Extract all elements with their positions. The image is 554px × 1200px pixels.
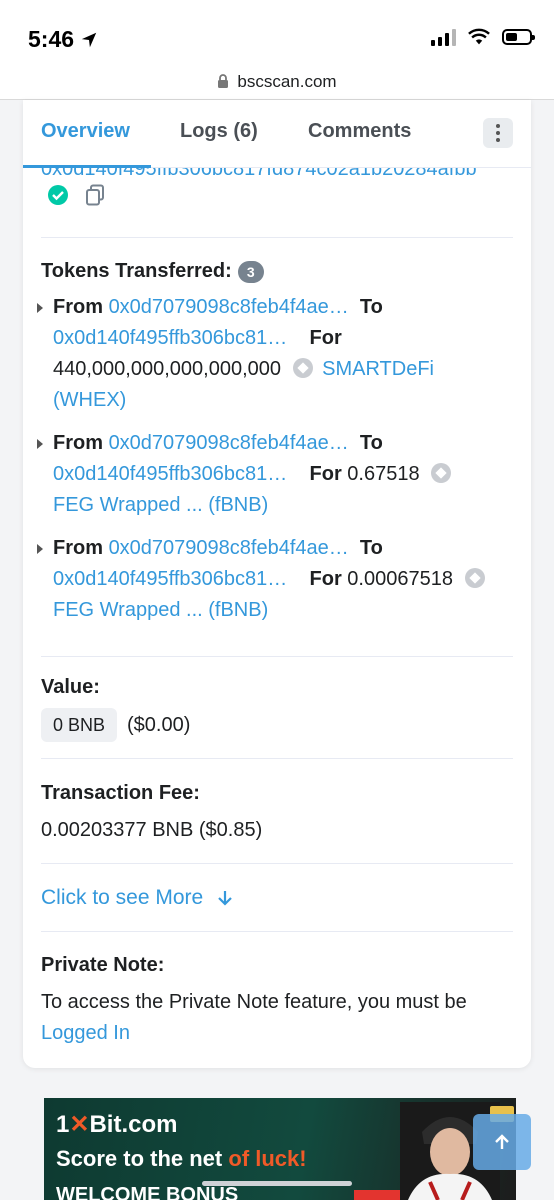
token-link[interactable]: FEG Wrapped ... (fBNB) <box>53 599 268 621</box>
to-address-link[interactable]: 0x0d140f495ffb306bc81… <box>53 568 287 590</box>
token-transfer-row: From 0x0d7079098c8feb4f4ae… To 0x0d140f4… <box>37 533 517 621</box>
token-icon <box>431 463 452 483</box>
cellular-signal-icon <box>431 28 456 46</box>
tab-logs[interactable]: Logs (6) <box>180 120 258 143</box>
arrow-down-icon <box>218 891 232 906</box>
token-link[interactable]: FEG Wrapped ... (fBNB) <box>53 494 268 516</box>
token-symbol-link[interactable]: (WHEX) <box>53 389 126 411</box>
transfer-amount: 0.00067518 <box>347 568 453 590</box>
url-bar[interactable]: bscscan.com <box>0 64 554 100</box>
token-link[interactable]: SMARTDeFi <box>322 358 434 380</box>
token-transfer-row: From 0x0d7079098c8feb4f4ae… To 0x0d140f4… <box>37 292 517 416</box>
clock: 5:46 <box>28 26 75 52</box>
lock-icon <box>218 74 229 88</box>
to-address-link[interactable]: 0x0d140f495ffb306bc81… <box>53 327 287 349</box>
from-address-link[interactable]: 0x0d7079098c8feb4f4ae… <box>109 296 349 318</box>
transaction-card: 0x0d140f495ffb306bc817fd874c02a1b20284af… <box>23 100 531 1068</box>
caret-right-icon[interactable] <box>37 303 43 313</box>
see-more-link[interactable]: Click to see More <box>41 886 233 910</box>
transaction-fee-value: 0.00203377 BNB ($0.85) <box>41 819 263 841</box>
status-bar: 5:46 <box>0 0 554 64</box>
ad-welcome-text: WELCOME BONUS <box>56 1184 239 1200</box>
copy-icon[interactable] <box>85 184 105 206</box>
wifi-icon <box>468 28 490 45</box>
token-icon <box>464 568 485 588</box>
value-amount-badge: 0 BNB <box>41 708 118 742</box>
ad-logo: 1✕Bit.com <box>56 1111 178 1138</box>
token-icon <box>292 358 313 378</box>
transfer-count-badge: 3 <box>237 260 264 283</box>
tokens-transferred-label: Tokens Transferred: 3 <box>41 260 264 283</box>
transfer-amount: 440,000,000,000,000,000 <box>53 358 281 380</box>
from-address-link[interactable]: 0x0d7079098c8feb4f4ae… <box>109 432 349 454</box>
status-time: 5:46 <box>28 26 98 53</box>
url-text: bscscan.com <box>237 71 337 91</box>
caret-right-icon[interactable] <box>37 439 43 449</box>
tab-bar: Overview Logs (6) Comments <box>23 100 531 168</box>
divider <box>41 656 513 657</box>
battery-icon <box>502 29 535 45</box>
divider <box>41 931 513 932</box>
success-check-icon <box>48 185 68 205</box>
tab-overview[interactable]: Overview <box>41 120 130 143</box>
more-options-button[interactable] <box>483 118 513 148</box>
caret-right-icon[interactable] <box>37 544 43 554</box>
transfer-amount: 0.67518 <box>347 463 420 485</box>
to-address-link[interactable]: 0x0d140f495ffb306bc81… <box>53 463 287 485</box>
location-arrow-icon <box>81 32 97 47</box>
value-label: Value: <box>41 676 100 698</box>
tab-comments[interactable]: Comments <box>308 120 411 143</box>
login-link[interactable]: Logged In <box>41 1022 130 1045</box>
divider <box>41 758 513 759</box>
ad-headline: Score to the net of luck! <box>56 1146 307 1171</box>
arrow-up-icon <box>495 1134 509 1149</box>
scroll-to-top-button[interactable] <box>473 1114 531 1170</box>
value-usd: ($0.00) <box>127 714 191 736</box>
home-indicator <box>202 1181 352 1186</box>
private-note-text: To access the Private Note feature, you … <box>41 991 467 1013</box>
divider <box>41 237 513 238</box>
token-transfer-row: From 0x0d7079098c8feb4f4ae… To 0x0d140f4… <box>37 428 517 516</box>
active-tab-indicator <box>23 165 151 168</box>
transaction-fee-label: Transaction Fee: <box>41 782 200 804</box>
private-note-label: Private Note: <box>41 954 165 976</box>
from-address-link[interactable]: 0x0d7079098c8feb4f4ae… <box>109 537 349 559</box>
divider <box>41 863 513 864</box>
